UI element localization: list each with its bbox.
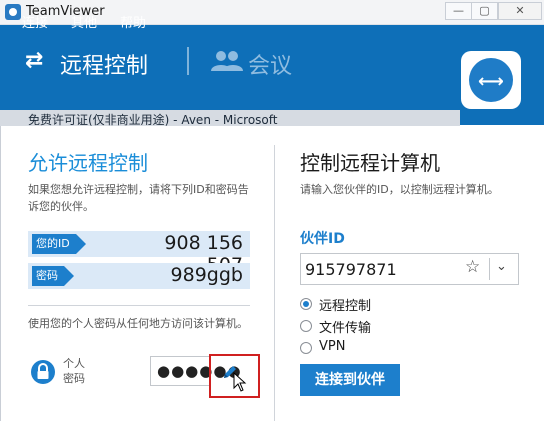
control-remote-title: 控制远程计算机 (300, 151, 440, 175)
logo-arrow-icon: ⟷ (478, 71, 504, 92)
chevron-down-icon[interactable]: ⌄ (496, 259, 507, 274)
close-button[interactable]: ✕ (498, 2, 542, 20)
divider (28, 305, 250, 306)
window-left-border (0, 126, 1, 421)
radio-vpn[interactable] (300, 342, 312, 354)
star-icon[interactable]: ☆ (465, 257, 480, 277)
menu-connect[interactable]: 连接 (22, 12, 48, 31)
partner-id-label: 伙伴ID (300, 231, 345, 247)
tab-meeting[interactable]: 会议 (248, 48, 292, 80)
license-text: 免费许可证(仅非商业用途) - Aven - Microsoft (28, 113, 278, 127)
panel-divider (274, 145, 275, 421)
personal-password-label: 个人 密码 (63, 356, 85, 386)
connect-to-partner-button[interactable]: 连接到伙伴 (300, 364, 400, 396)
menu-extras[interactable]: 其他 (71, 12, 97, 31)
radio-remote-control[interactable] (300, 298, 312, 310)
password-tag: 密码 (32, 266, 74, 286)
double-arrow-icon: ⇄ (25, 48, 44, 73)
personal-label-line2: 密码 (63, 372, 85, 385)
menu-help[interactable]: 帮助 (120, 12, 146, 31)
maximize-button[interactable]: ▢ (471, 2, 498, 20)
password-value[interactable]: 989ggb (150, 264, 243, 286)
personal-label-line1: 个人 (63, 357, 85, 370)
partner-id-value: 915797871 (305, 260, 397, 279)
radio-label-remote-control[interactable]: 远程控制 (319, 295, 371, 314)
control-remote-desc: 请输入您伙伴的ID，以控制远程计算机。 (300, 183, 499, 196)
allow-remote-title: 允许远程控制 (28, 151, 148, 175)
teamviewer-icon (5, 4, 21, 20)
input-separator (489, 258, 490, 280)
allow-remote-desc: 如果您想允许远程控制，请将下列ID和密码告诉您的伙伴。 (28, 183, 249, 213)
minimize-button[interactable]: — (445, 2, 472, 20)
personal-access-desc: 使用您的个人密码从任何地方访问该计算机。 (28, 317, 248, 330)
radio-label-file-transfer[interactable]: 文件传输 (319, 317, 371, 336)
tab-divider (187, 47, 189, 75)
tab-remote-control[interactable]: 远程控制 (60, 48, 148, 80)
your-id-tag: 您的ID (32, 234, 86, 254)
people-icon (211, 51, 243, 71)
mouse-cursor-icon (233, 372, 247, 392)
radio-label-vpn[interactable]: VPN (319, 339, 345, 354)
radio-file-transfer[interactable] (300, 320, 312, 332)
lock-icon (31, 360, 55, 384)
